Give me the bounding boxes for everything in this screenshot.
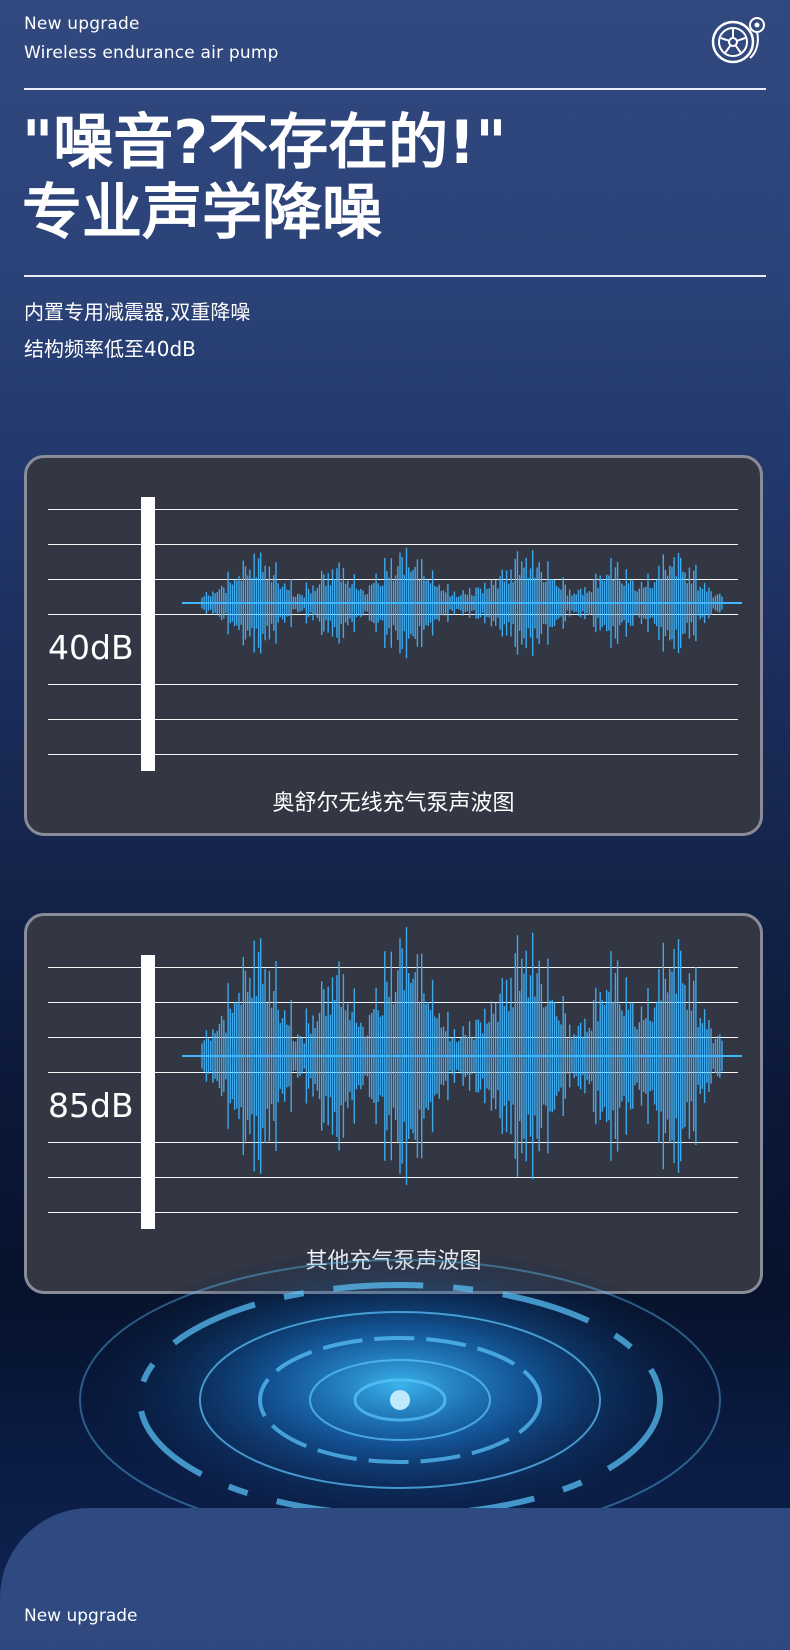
middle-divider bbox=[24, 275, 766, 277]
headline-line-2: 专业声学降噪 bbox=[22, 178, 382, 248]
header-line-1: New upgrade bbox=[24, 14, 140, 34]
headline: "噪音?不存在的!" 专业声学降噪 bbox=[22, 108, 507, 248]
next-section-header: New upgrade bbox=[24, 1606, 138, 1626]
description: 内置专用减震器,双重降噪 结构频率低至40dB bbox=[24, 294, 250, 368]
quiet-waveform-panel: 40dB 奥舒尔无线充气泵声波图 bbox=[24, 455, 763, 836]
headline-line-1: "噪音?不存在的!" bbox=[22, 108, 507, 178]
sound-waveform bbox=[182, 547, 742, 659]
description-line-2: 结构频率低至40dB bbox=[24, 337, 196, 361]
level-bar bbox=[141, 497, 155, 771]
db-level-label: 40dB bbox=[48, 628, 134, 667]
tire-pump-icon bbox=[711, 17, 765, 64]
waveform-caption: 奥舒尔无线充气泵声波图 bbox=[272, 791, 515, 816]
next-section-background bbox=[0, 1508, 790, 1620]
db-level-label: 85dB bbox=[48, 1086, 134, 1125]
level-bar bbox=[141, 955, 155, 1229]
header-line-2: Wireless endurance air pump bbox=[24, 43, 279, 63]
loud-waveform-panel: 85dB 其他充气泵声波图 bbox=[24, 913, 763, 1294]
description-line-1: 内置专用减震器,双重降噪 bbox=[24, 300, 251, 324]
top-divider bbox=[24, 88, 766, 90]
sound-waveform bbox=[182, 927, 742, 1185]
